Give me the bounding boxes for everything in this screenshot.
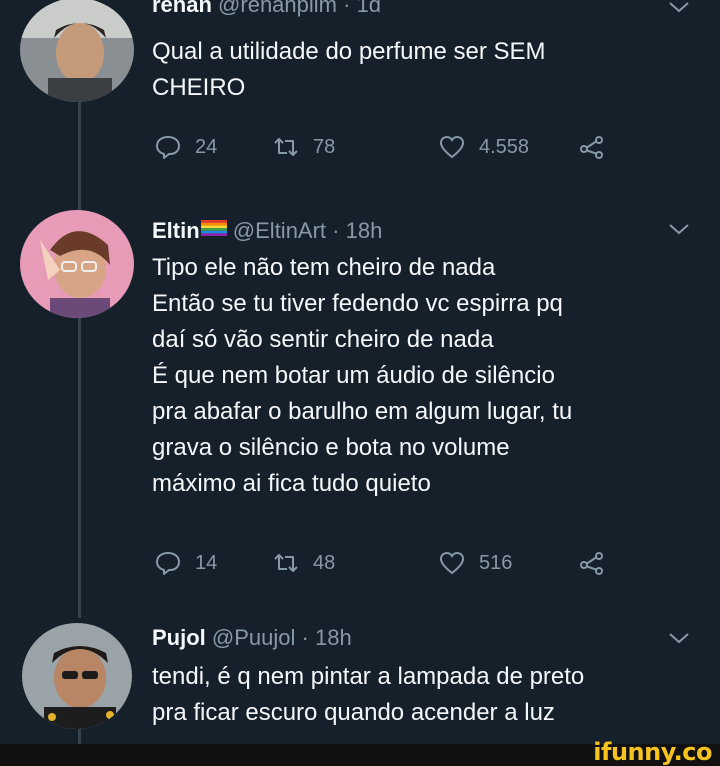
like-count: 4.558 (479, 135, 530, 158)
retweet-count: 48 (313, 551, 336, 574)
tweet-actions: 14 48 516 (155, 550, 625, 580)
separator: · (343, 0, 351, 17)
watermark-bar: ifunny.co (0, 738, 720, 766)
reply-count: 24 (195, 135, 218, 158)
reply-icon (156, 136, 180, 159)
heart-icon (439, 135, 465, 159)
rainbow-flag-icon (200, 220, 227, 236)
tweet-text: tendi, é q nem pintar a lampada de preto… (152, 659, 692, 731)
retweet-button[interactable]: 78 (273, 134, 335, 160)
retweet-icon (274, 554, 298, 572)
tweet-actions: 24 78 4.558 (155, 134, 625, 164)
separator: · (301, 625, 309, 650)
tweet-text-line: grava o silêncio e bota no volume (152, 434, 510, 461)
share-icon (580, 552, 603, 575)
retweet-icon (274, 138, 298, 156)
share-button[interactable] (579, 134, 605, 160)
tweet-pujol[interactable]: Pujol @Puujol · 18h tendi, é q nem pinta… (0, 615, 720, 744)
tweet-header: renan @renanpiim · 1d (152, 0, 381, 18)
username[interactable]: @EltinArt (233, 218, 326, 243)
tweet-text-line: daí só vão sentir cheiro de nada (152, 326, 494, 353)
reply-icon (156, 552, 180, 575)
tweet-text-line: Qual a utilidade do perfume ser SEM (152, 38, 546, 65)
chevron-down-icon[interactable] (668, 222, 690, 236)
tweet-text-line: É que nem botar um áudio de silêncio (152, 362, 555, 389)
avatar[interactable] (20, 210, 134, 318)
tweet-eltin[interactable]: Eltin @EltinArt · 18h Tipo ele não tem c… (0, 200, 720, 620)
tweet-text-line: tendi, é q nem pintar a lampada de preto (152, 663, 585, 690)
reply-button[interactable]: 24 (155, 134, 217, 160)
avatar[interactable] (20, 0, 134, 102)
tweet-text: Qual a utilidade do perfume ser SEM CHEI… (152, 34, 692, 106)
retweet-count: 78 (313, 135, 336, 158)
tweet-header: Eltin @EltinArt · 18h (152, 218, 382, 244)
chevron-down-icon[interactable] (668, 631, 690, 645)
timestamp[interactable]: 18h (346, 218, 383, 243)
tweet-text-line: pra abafar o barulho em algum lugar, tu (152, 398, 573, 425)
reply-button[interactable]: 14 (155, 550, 217, 576)
retweet-button[interactable]: 48 (273, 550, 335, 576)
like-button[interactable]: 4.558 (439, 134, 529, 160)
display-name[interactable]: Pujol (152, 625, 206, 650)
username[interactable]: @renanpiim (218, 0, 337, 17)
tweet-header: Pujol @Puujol · 18h (152, 625, 352, 651)
tweet-text-line: Tipo ele não tem cheiro de nada (152, 254, 496, 281)
tweet-renan[interactable]: renan @renanpiim · 1d Qual a utilidade d… (0, 0, 720, 200)
like-button[interactable]: 516 (439, 550, 512, 576)
reply-count: 14 (195, 551, 218, 574)
timestamp[interactable]: 1d (357, 0, 381, 17)
username[interactable]: @Puujol (212, 625, 296, 650)
share-button[interactable] (579, 550, 605, 576)
heart-icon (439, 551, 465, 575)
ifunny-watermark: ifunny.co (593, 738, 712, 766)
tweet-text-line: Então se tu tiver fedendo vc espirra pq (152, 290, 563, 317)
tweet-text-line: máximo ai fica tudo quieto (152, 470, 431, 497)
chevron-down-icon[interactable] (668, 0, 690, 14)
timestamp[interactable]: 18h (315, 625, 352, 650)
tweet-text-line: pra ficar escuro quando acender a luz (152, 699, 555, 726)
tweet-text: Tipo ele não tem cheiro de nada Então se… (152, 250, 692, 502)
display-name[interactable]: renan (152, 0, 212, 17)
avatar[interactable] (22, 623, 132, 729)
share-icon (580, 136, 603, 159)
display-name[interactable]: Eltin (152, 218, 200, 243)
separator: · (332, 218, 340, 243)
like-count: 516 (479, 551, 513, 574)
tweet-text-line: CHEIRO (152, 74, 246, 101)
